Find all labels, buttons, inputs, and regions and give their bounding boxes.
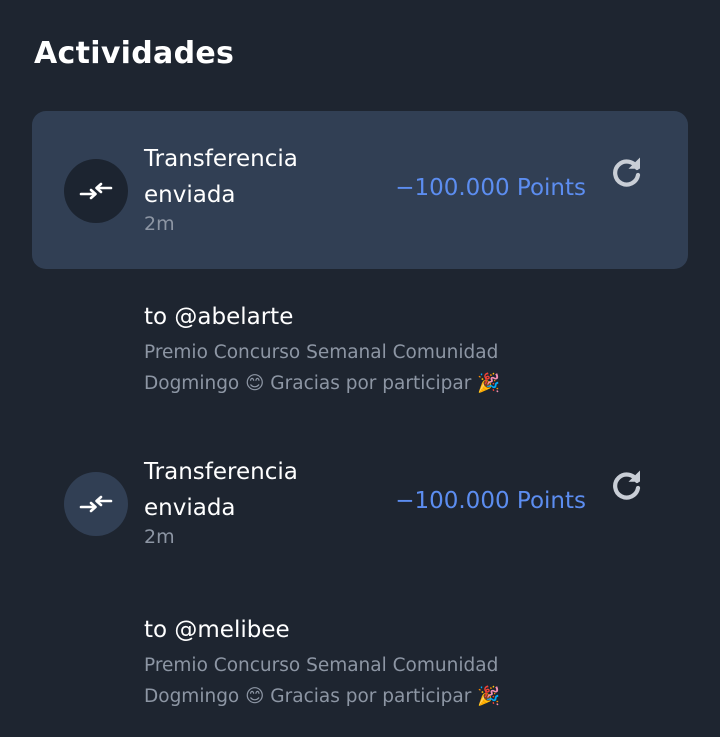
activity-amount: −100.000 Points	[395, 488, 586, 514]
page-title: Actividades	[34, 36, 235, 71]
activity-title: Transferencia enviada	[144, 146, 298, 208]
refresh-icon[interactable]	[610, 468, 644, 502]
transfer-arrows-icon	[64, 159, 128, 223]
activity-title: Transferencia enviada	[144, 459, 298, 521]
activity-time: 2m	[144, 213, 175, 235]
message-line: Premio Concurso Semanal Comunidad	[144, 655, 499, 676]
activity-item[interactable]: Transferencia enviada 2m −100.000 Points	[32, 111, 688, 269]
message-line: Premio Concurso Semanal Comunidad	[144, 342, 499, 363]
activity-note: to @abelarte Premio Concurso Semanal Com…	[144, 301, 664, 399]
recipient-label: to @melibee	[144, 617, 290, 643]
message-line: Dogmingo 😊 Gracias por participar 🎉	[144, 686, 501, 707]
activity-item[interactable]: Transferencia enviada 2m −100.000 Points	[32, 424, 688, 582]
activity-time: 2m	[144, 526, 175, 548]
activity-amount: −100.000 Points	[395, 175, 586, 201]
recipient-label: to @abelarte	[144, 304, 294, 330]
message-line: Dogmingo 😊 Gracias por participar 🎉	[144, 373, 501, 394]
activities-page: Actividades Transferencia enviada 2m −10…	[0, 0, 720, 737]
activity-note: to @melibee Premio Concurso Semanal Comu…	[144, 614, 664, 712]
refresh-icon[interactable]	[610, 155, 644, 189]
transfer-arrows-icon	[64, 472, 128, 536]
